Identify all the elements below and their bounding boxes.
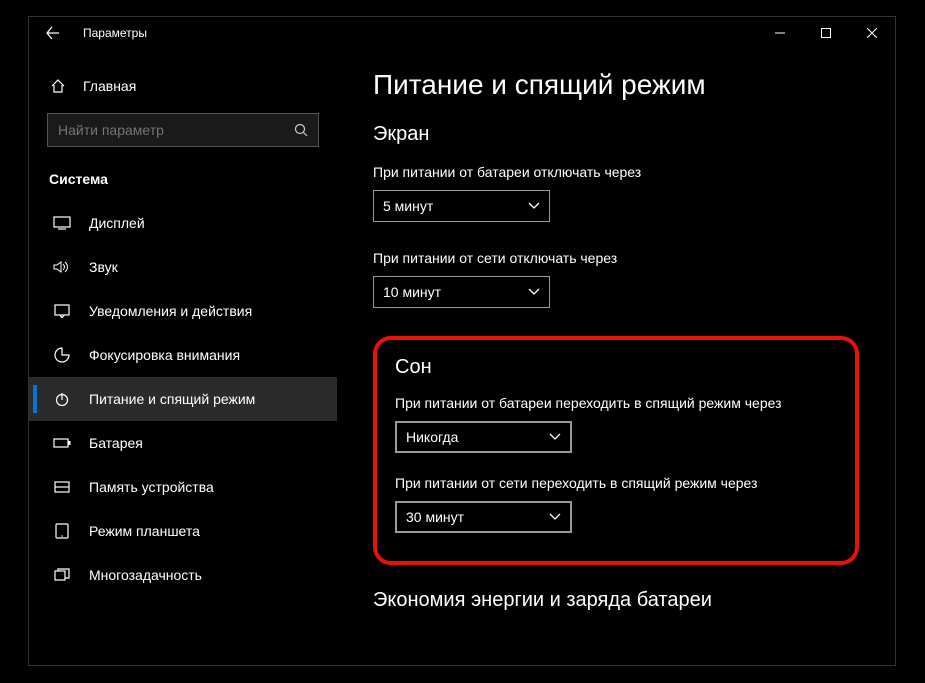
nav-label: Батарея	[89, 435, 143, 451]
dropdown-value: 10 минут	[383, 284, 441, 300]
nav-item-tablet[interactable]: Режим планшета	[29, 509, 337, 553]
titlebar: Параметры	[29, 17, 895, 49]
dropdown-value: 30 минут	[406, 509, 464, 525]
dropdown-value: Никогда	[406, 429, 458, 445]
nav-item-focus[interactable]: Фокусировка внимания	[29, 333, 337, 377]
home-icon	[49, 77, 67, 95]
home-label: Главная	[83, 78, 136, 94]
settings-window: Параметры Главная Си	[28, 16, 896, 666]
screen-ac-label: При питании от сети отключать через	[373, 250, 859, 266]
content-area: Главная Система Дисплей Звук Уведомления…	[29, 49, 895, 665]
nav-item-display[interactable]: Дисплей	[29, 201, 337, 245]
home-link[interactable]: Главная	[29, 69, 337, 113]
nav-item-battery[interactable]: Батарея	[29, 421, 337, 465]
chevron-down-icon	[528, 202, 540, 210]
multitasking-icon	[53, 566, 71, 584]
back-button[interactable]	[29, 17, 77, 49]
tablet-icon	[53, 522, 71, 540]
nav-item-notifications[interactable]: Уведомления и действия	[29, 289, 337, 333]
maximize-icon	[821, 28, 831, 38]
page-title: Питание и спящий режим	[373, 69, 859, 101]
nav-label: Питание и спящий режим	[89, 391, 255, 407]
maximize-button[interactable]	[803, 17, 849, 49]
dropdown-value: 5 минут	[383, 198, 433, 214]
back-arrow-icon	[46, 26, 60, 40]
main-panel: Питание и спящий режим Экран При питании…	[337, 49, 895, 665]
nav-item-storage[interactable]: Память устройства	[29, 465, 337, 509]
battery-icon	[53, 434, 71, 452]
nav-item-sound[interactable]: Звук	[29, 245, 337, 289]
window-title: Параметры	[77, 26, 147, 40]
chevron-down-icon	[549, 433, 561, 441]
sound-icon	[53, 258, 71, 276]
screen-section-heading: Экран	[373, 123, 859, 146]
search-box[interactable]	[47, 113, 319, 147]
storage-icon	[53, 478, 71, 496]
nav-item-power-sleep[interactable]: Питание и спящий режим	[29, 377, 337, 421]
sidebar: Главная Система Дисплей Звук Уведомления…	[29, 49, 337, 665]
sidebar-section-title: Система	[29, 171, 337, 201]
energy-section-heading: Экономия энергии и заряда батареи	[373, 589, 859, 612]
nav-label: Многозадачность	[89, 567, 202, 583]
screen-battery-dropdown[interactable]: 5 минут	[373, 190, 550, 222]
sleep-battery-label: При питании от батареи переходить в спящ…	[395, 395, 837, 411]
nav-item-multitasking[interactable]: Многозадачность	[29, 553, 337, 597]
minimize-icon	[775, 28, 785, 38]
screen-battery-label: При питании от батареи отключать через	[373, 164, 859, 180]
nav-label: Уведомления и действия	[89, 303, 252, 319]
nav-label: Дисплей	[89, 215, 145, 231]
nav-label: Память устройства	[89, 479, 214, 495]
sleep-battery-dropdown[interactable]: Никогда	[395, 421, 572, 453]
sleep-ac-label: При питании от сети переходить в спящий …	[395, 475, 837, 491]
nav-label: Режим планшета	[89, 523, 200, 539]
display-icon	[53, 214, 71, 232]
close-button[interactable]	[849, 17, 895, 49]
nav-label: Звук	[89, 259, 118, 275]
nav-label: Фокусировка внимания	[89, 347, 240, 363]
chevron-down-icon	[549, 513, 561, 521]
screen-ac-dropdown[interactable]: 10 минут	[373, 276, 550, 308]
chevron-down-icon	[528, 288, 540, 296]
sleep-section-highlighted: Сон При питании от батареи переходить в …	[373, 336, 859, 565]
close-icon	[867, 28, 877, 38]
search-input[interactable]	[58, 122, 294, 138]
focus-icon	[53, 346, 71, 364]
sleep-ac-dropdown[interactable]: 30 минут	[395, 501, 572, 533]
notifications-icon	[53, 302, 71, 320]
search-icon	[294, 123, 308, 137]
sleep-section-heading: Сон	[395, 356, 837, 379]
minimize-button[interactable]	[757, 17, 803, 49]
power-icon	[53, 390, 71, 408]
